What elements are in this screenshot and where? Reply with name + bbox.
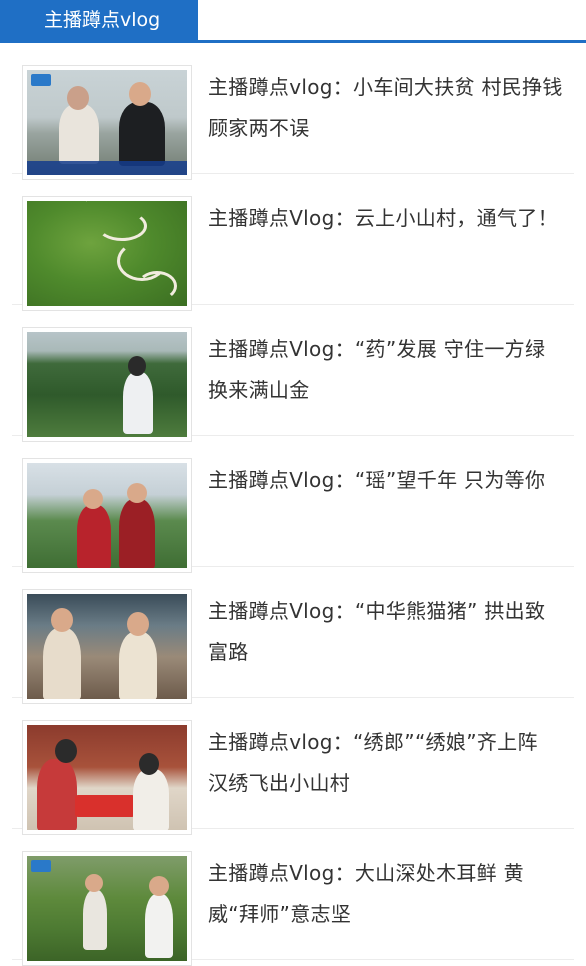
list-item[interactable]: 主播蹲点Vlog：“中华熊猫猪” 拱出致富路 bbox=[12, 567, 574, 704]
list-item[interactable]: 主播蹲点Vlog：“药”发展 守住一方绿 换来满山金 bbox=[12, 305, 574, 442]
article-thumbnail[interactable] bbox=[22, 720, 192, 835]
article-thumbnail[interactable] bbox=[22, 851, 192, 966]
article-title[interactable]: 主播蹲点Vlog：“中华熊猫猪” 拱出致富路 bbox=[208, 591, 564, 673]
article-title[interactable]: 主播蹲点vlog：“绣郎”“绣娘”齐上阵 汉绣飞出小山村 bbox=[208, 722, 564, 804]
article-title[interactable]: 主播蹲点Vlog：“瑶”望千年 只为等你 bbox=[208, 460, 564, 501]
list-item[interactable]: 主播蹲点vlog：小车间大扶贫 村民挣钱顾家两不误 bbox=[12, 43, 574, 180]
article-thumbnail[interactable] bbox=[22, 196, 192, 311]
article-title[interactable]: 主播蹲点Vlog：云上小山村，通气了！ bbox=[208, 198, 564, 239]
article-thumbnail[interactable] bbox=[22, 327, 192, 442]
article-thumbnail[interactable] bbox=[22, 589, 192, 704]
article-list: 主播蹲点vlog：小车间大扶贫 村民挣钱顾家两不误 主播蹲点Vlog：云上小山村… bbox=[0, 43, 586, 966]
list-item[interactable]: 主播蹲点Vlog：“瑶”望千年 只为等你 bbox=[12, 436, 574, 573]
factory-photo bbox=[27, 70, 187, 175]
list-item[interactable]: 主播蹲点Vlog：云上小山村，通气了！ bbox=[12, 174, 574, 311]
top-tab-bar: 主播蹲点vlog bbox=[0, 0, 586, 43]
list-item[interactable]: 主播蹲点vlog：“绣郎”“绣娘”齐上阵 汉绣飞出小山村 bbox=[12, 698, 574, 835]
article-title[interactable]: 主播蹲点vlog：小车间大扶贫 村民挣钱顾家两不误 bbox=[208, 67, 564, 149]
article-thumbnail[interactable] bbox=[22, 65, 192, 180]
video-caption-bar bbox=[27, 161, 187, 175]
tab-anchor-vlog[interactable]: 主播蹲点vlog bbox=[0, 0, 198, 40]
field-photo bbox=[27, 856, 187, 961]
yao-costume-photo bbox=[27, 463, 187, 568]
forest-photo bbox=[27, 332, 187, 437]
embroidery-photo bbox=[27, 725, 187, 830]
article-thumbnail[interactable] bbox=[22, 458, 192, 573]
tv-logo-icon bbox=[31, 860, 51, 872]
article-title[interactable]: 主播蹲点Vlog：“药”发展 守住一方绿 换来满山金 bbox=[208, 329, 564, 411]
mountain-road-photo bbox=[27, 201, 187, 306]
article-title[interactable]: 主播蹲点Vlog：大山深处木耳鲜 黄威“拜师”意志坚 bbox=[208, 853, 564, 935]
list-item[interactable]: 主播蹲点Vlog：大山深处木耳鲜 黄威“拜师”意志坚 bbox=[12, 829, 574, 966]
interview-photo bbox=[27, 594, 187, 699]
tv-logo-icon bbox=[31, 74, 51, 86]
